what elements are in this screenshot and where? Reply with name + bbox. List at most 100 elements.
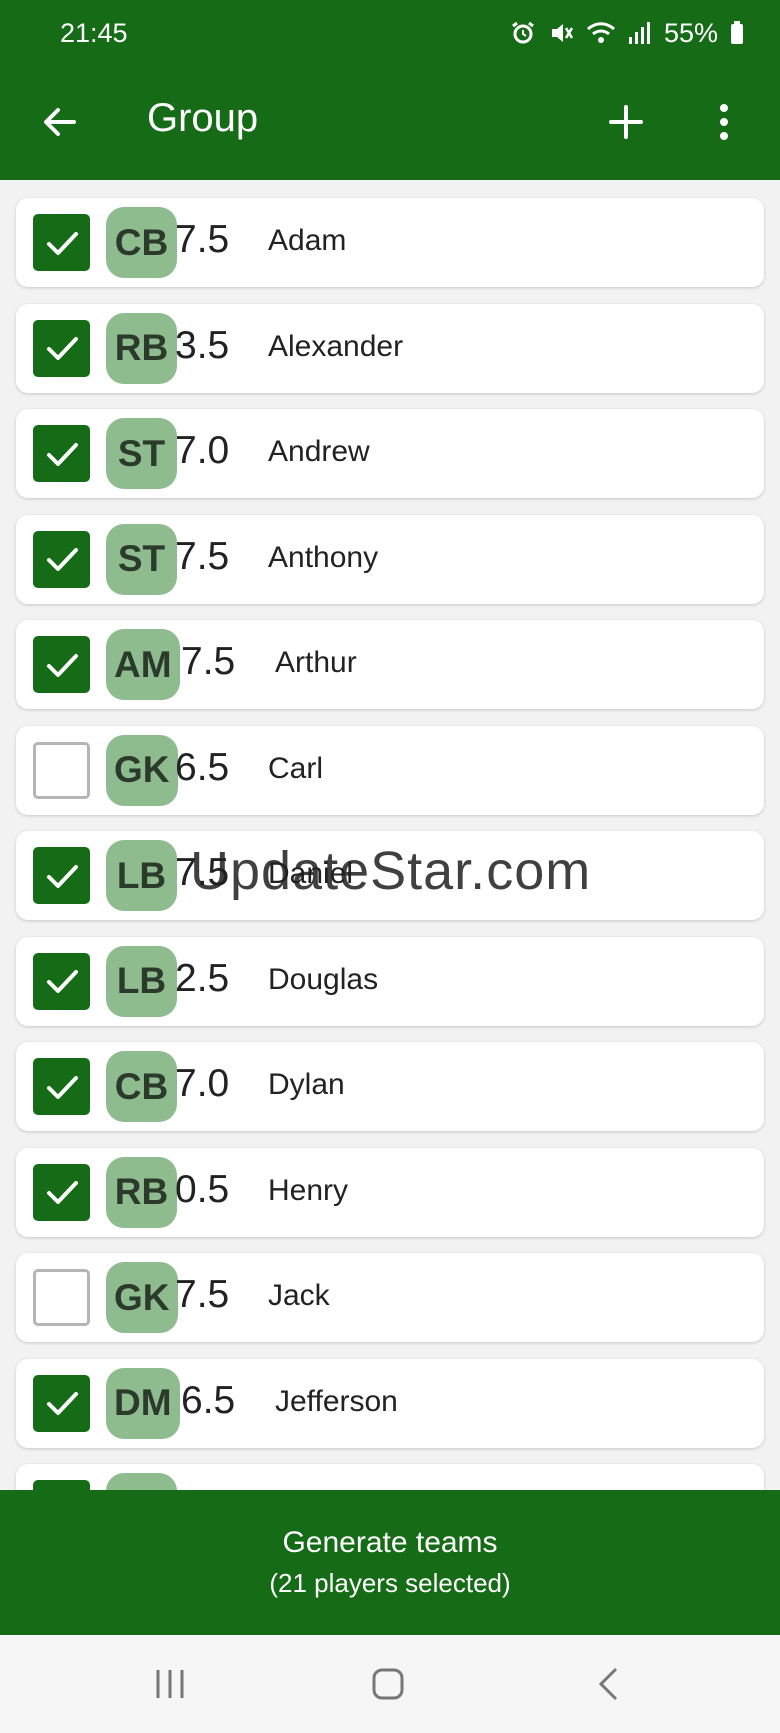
checkmark-icon (46, 1392, 78, 1415)
player-checkbox[interactable] (33, 952, 90, 1010)
player-row[interactable]: LB 2.5 Douglas (16, 936, 764, 1026)
recents-icon (156, 1670, 184, 1698)
checkmark-icon (46, 231, 78, 255)
player-row[interactable]: GK 7.5 Jack (16, 1253, 764, 1342)
player-rating: 7.5 (181, 640, 236, 683)
position-badge: GK (106, 734, 178, 806)
player-list[interactable]: CB 7.5 Adam RB 3.5 Alexander ST 7.0 Andrew ST 7.5 A… (0, 180, 780, 1490)
nav-back-icon (598, 1667, 618, 1701)
more-vertical-icon (720, 104, 728, 140)
mute-icon (548, 20, 574, 46)
player-checkbox[interactable] (33, 530, 90, 588)
status-bar: 21:45 55% (0, 0, 780, 66)
position-badge: ST (106, 418, 177, 489)
player-name: Arthur (275, 646, 357, 679)
player-name: Alexander (268, 329, 404, 363)
player-name: Andrew (268, 435, 370, 468)
wifi-icon (586, 20, 616, 46)
player-checkbox[interactable] (33, 741, 90, 799)
player-checkbox[interactable] (33, 425, 90, 482)
checkmark-icon (46, 548, 78, 571)
position-badge: CB (106, 207, 177, 278)
player-name: Henry (268, 1173, 349, 1207)
status-time: 21:45 (60, 17, 128, 48)
player-rating: 7.0 (175, 1062, 230, 1105)
player-rating: 7.5 (175, 1273, 230, 1316)
position-badge: DM (106, 1367, 180, 1439)
player-rating: 0.5 (175, 1167, 230, 1211)
player-checkbox[interactable] (33, 847, 90, 904)
player-checkbox[interactable] (33, 1374, 90, 1432)
player-rating: 3.5 (175, 323, 230, 367)
position-badge: LB (106, 945, 177, 1017)
player-rating: 7.5 (175, 851, 230, 894)
player-checkbox[interactable] (33, 214, 90, 271)
player-rating: 7.5 (175, 534, 230, 578)
position-badge: LB (106, 840, 177, 911)
player-name: Dylan (268, 1068, 345, 1101)
checkmark-icon (46, 653, 78, 677)
position-badge: CB (106, 1051, 177, 1122)
status-icons: 55% (510, 18, 744, 49)
position-badge: ST (106, 523, 177, 595)
player-checkbox[interactable] (33, 1480, 90, 1490)
position-badge: RB (106, 312, 177, 384)
player-rating: 7.5 (175, 218, 230, 261)
generate-teams-label: Generate teams (282, 1526, 498, 1559)
player-checkbox[interactable] (33, 319, 90, 377)
checkmark-icon (46, 442, 78, 466)
player-name: Anthony (268, 540, 379, 574)
player-row[interactable]: ST 7.5 Anthony (16, 514, 764, 604)
player-checkbox[interactable] (33, 636, 90, 693)
position-badge: AM (106, 629, 180, 700)
player-rating: 7.0 (175, 429, 230, 472)
signal-icon (628, 21, 650, 45)
position-badge (106, 1473, 177, 1490)
arrow-left-icon (44, 108, 76, 136)
player-name: Carl (268, 751, 324, 785)
toolbar: Group (0, 66, 780, 180)
nav-back-button[interactable] (573, 1659, 643, 1709)
player-checkbox[interactable] (33, 1058, 90, 1115)
home-button[interactable] (353, 1659, 423, 1709)
player-row[interactable]: DM 6.5 Jefferson (16, 1358, 764, 1448)
battery-percent: 55% (663, 17, 718, 48)
player-row[interactable]: CB 7.0 Dylan (16, 1042, 764, 1131)
battery-icon (730, 21, 744, 45)
player-row[interactable]: CB 7.5 Adam (16, 198, 764, 287)
generate-teams-button[interactable]: Generate teams (21 players selected) (0, 1490, 780, 1635)
player-row[interactable]: LB 7.5 Daniel (16, 831, 764, 920)
player-checkbox[interactable] (33, 1269, 90, 1326)
player-row[interactable]: RB 3.5 Alexander (16, 303, 764, 393)
player-checkbox[interactable] (33, 1163, 90, 1221)
home-icon (372, 1668, 404, 1700)
plus-icon (609, 105, 643, 139)
checkmark-icon (46, 1075, 78, 1099)
player-rating: 6.5 (181, 1378, 236, 1422)
player-name: Jefferson (275, 1384, 398, 1418)
page-title: Group (147, 96, 259, 140)
back-button[interactable] (28, 90, 92, 154)
add-player-button[interactable] (594, 90, 658, 154)
checkmark-icon (46, 864, 78, 888)
recents-button[interactable] (135, 1659, 205, 1709)
player-row[interactable] (16, 1464, 764, 1490)
player-rating: 2.5 (175, 956, 230, 1000)
player-name: Douglas (268, 962, 379, 996)
system-nav-bar (0, 1635, 780, 1733)
checkmark-icon (46, 1181, 78, 1204)
player-row[interactable]: GK 6.5 Carl (16, 725, 764, 815)
player-name: Adam (268, 224, 347, 257)
checkmark-icon (46, 970, 78, 993)
checkmark-icon (46, 337, 78, 360)
player-row[interactable]: ST 7.0 Andrew (16, 409, 764, 498)
player-name: Jack (268, 1279, 330, 1312)
app-bar: 21:45 55% Group (0, 0, 780, 180)
more-options-button[interactable] (692, 90, 756, 154)
player-row[interactable]: RB 0.5 Henry (16, 1147, 764, 1237)
alarm-icon (510, 20, 536, 46)
players-selected-count: (21 players selected) (269, 1568, 511, 1598)
position-badge: RB (106, 1156, 177, 1228)
player-rating: 6.5 (175, 745, 230, 789)
player-row[interactable]: AM 7.5 Arthur (16, 620, 764, 709)
